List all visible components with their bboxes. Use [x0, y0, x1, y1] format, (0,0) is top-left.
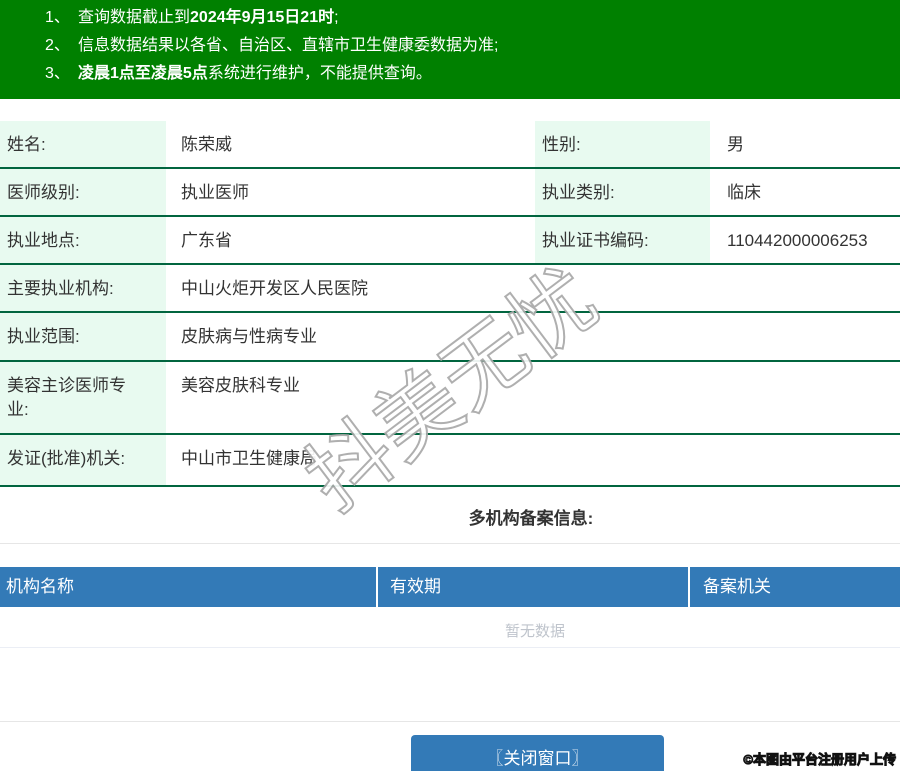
- field-value-name: 陈荣威: [181, 135, 232, 154]
- close-window-button[interactable]: 〖关闭窗口〗: [411, 735, 664, 771]
- field-label-doctor-level: 医师级别:: [0, 169, 166, 215]
- notice-line: 1、 查询数据截止到2024年9月15日21时;: [45, 4, 890, 32]
- notice-text: ;: [334, 9, 339, 26]
- field-label-main-institution: 主要执业机构:: [0, 265, 166, 311]
- column-header-filing-authority: 备案机关: [703, 577, 771, 596]
- table-row: 医师级别: 执业医师 执业类别: 临床: [0, 169, 900, 217]
- column-header-institution: 机构名称: [0, 567, 378, 607]
- notice-number: 3、: [45, 65, 70, 82]
- column-header-validity: 有效期: [378, 567, 690, 607]
- notice-number: 1、: [45, 9, 70, 26]
- divider: [0, 543, 900, 544]
- filing-section-title: 多机构备案信息:: [468, 509, 594, 528]
- copyright-watermark: ©本图由平台注册用户上传: [743, 752, 897, 768]
- notice-banner: 1、 查询数据截止到2024年9月15日21时; 2、 信息数据结果以各省、自治区、…: [0, 0, 900, 99]
- field-label-gender: 性别:: [535, 121, 710, 167]
- notice-text-bold: 2024年9月15日21时: [190, 9, 335, 26]
- notice-number: 2、: [45, 37, 70, 54]
- table-row: 执业地点: 广东省 执业证书编码: 110442000006253: [0, 217, 900, 265]
- field-value-practice-location: 广东省: [181, 231, 232, 250]
- field-value-practice-category: 临床: [727, 183, 761, 202]
- notice-text: 信息数据结果以各省、自治区、直辖市卫生健康委数据为准;: [78, 37, 499, 54]
- notice-line: 3、 凌晨1点至凌晨5点系统进行维护，不能提供查询。: [45, 60, 890, 88]
- field-label-cosmetic-specialty: 美容主诊医师专业:: [0, 362, 166, 433]
- field-value-certificate-number: 110442000006253: [727, 231, 868, 250]
- table-row: 主要执业机构: 中山火炬开发区人民医院: [0, 265, 900, 313]
- notice-line: 2、 信息数据结果以各省、自治区、直辖市卫生健康委数据为准;: [45, 32, 890, 60]
- field-label-issuing-authority: 发证(批准)机关:: [0, 435, 166, 485]
- field-label-practice-category: 执业类别:: [535, 169, 710, 215]
- divider: [0, 647, 900, 648]
- field-value-gender: 男: [727, 135, 744, 154]
- table-row: 姓名: 陈荣威 性别: 男: [0, 121, 900, 169]
- field-value-issuing-authority: 中山市卫生健康局: [181, 449, 317, 468]
- notice-text: 查询数据截止到: [78, 9, 191, 26]
- field-label-practice-scope: 执业范围:: [0, 313, 166, 360]
- field-label-practice-location: 执业地点:: [0, 217, 166, 263]
- notice-text-bold: 凌晨1点至凌晨5点: [78, 65, 208, 82]
- notice-text: 系统进行维护，不能提供查询。: [207, 65, 432, 82]
- empty-data-text: 暂无数据: [504, 623, 566, 640]
- field-value-doctor-level: 执业医师: [181, 183, 249, 202]
- field-label-name: 姓名:: [0, 121, 166, 167]
- divider: [0, 721, 900, 722]
- query-result-page: 1、 查询数据截止到2024年9月15日21时; 2、 信息数据结果以各省、自治区、…: [0, 0, 900, 771]
- filing-table-header: 机构名称 有效期 备案机关: [0, 567, 900, 607]
